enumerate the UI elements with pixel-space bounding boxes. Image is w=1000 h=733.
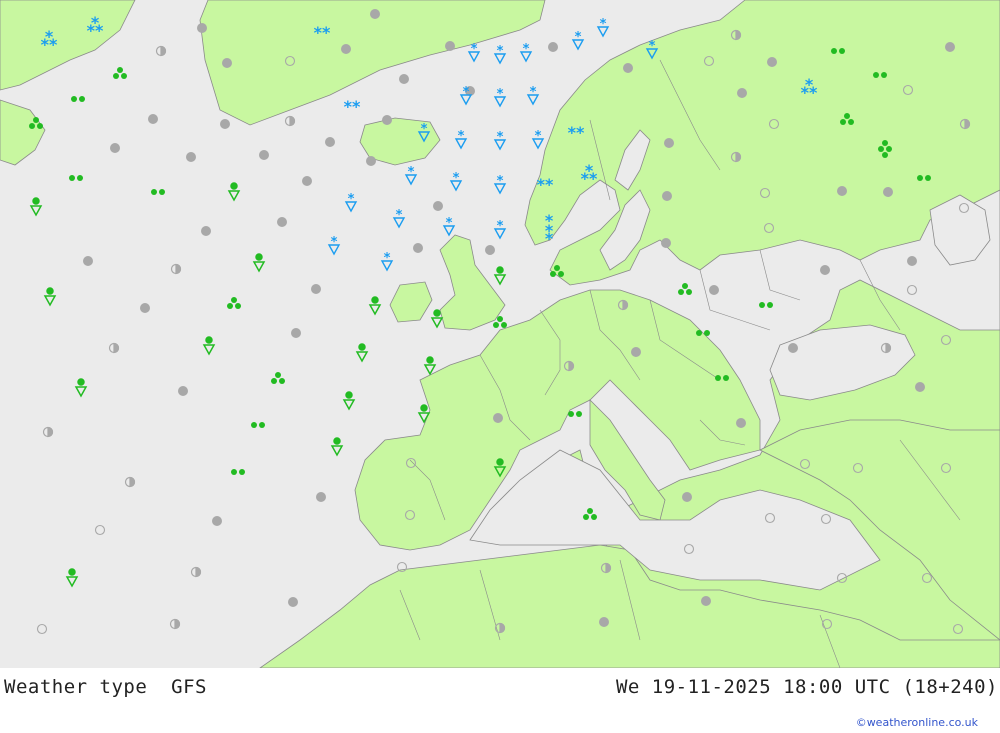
svg-text:*: * [535,129,542,144]
map-title: Weather type GFS [4,676,207,698]
svg-text:*: * [649,39,656,54]
credit-link[interactable]: ©weatheronline.co.uk [856,716,978,729]
svg-text:*: * [331,235,338,250]
svg-text:*: * [421,122,428,137]
svg-text:*: * [600,17,607,32]
svg-text:*: * [575,30,582,45]
svg-text:*: * [545,229,554,248]
svg-text:*: * [384,251,391,266]
svg-text:*: * [497,174,504,189]
svg-text:*: * [91,13,100,32]
svg-text:*: * [530,85,537,100]
svg-text:*: * [396,208,403,223]
svg-text:**: ** [344,97,361,116]
svg-text:*: * [805,75,814,94]
svg-text:*: * [497,219,504,234]
svg-text:*: * [497,130,504,145]
svg-text:*: * [458,129,465,144]
svg-text:*: * [497,87,504,102]
model-name: GFS [171,676,207,698]
svg-text:*: * [463,85,470,100]
svg-text:*: * [545,211,554,230]
svg-text:*: * [45,27,54,46]
svg-text:*: * [408,165,415,180]
svg-text:**: ** [537,175,554,194]
weather-map: * * * * * * * * * * * * * * * * * * * * … [0,0,1000,668]
svg-text:*: * [585,161,594,180]
valid-time: We 19-11-2025 18:00 UTC (18+240) [615,676,998,698]
svg-text:**: ** [314,23,331,42]
svg-text:**: ** [568,123,585,142]
svg-text:*: * [497,44,504,59]
title-text: Weather type [4,676,148,698]
svg-text:*: * [453,171,460,186]
svg-text:*: * [446,216,453,231]
svg-text:*: * [471,42,478,57]
svg-text:*: * [348,192,355,207]
svg-text:*: * [523,42,530,57]
